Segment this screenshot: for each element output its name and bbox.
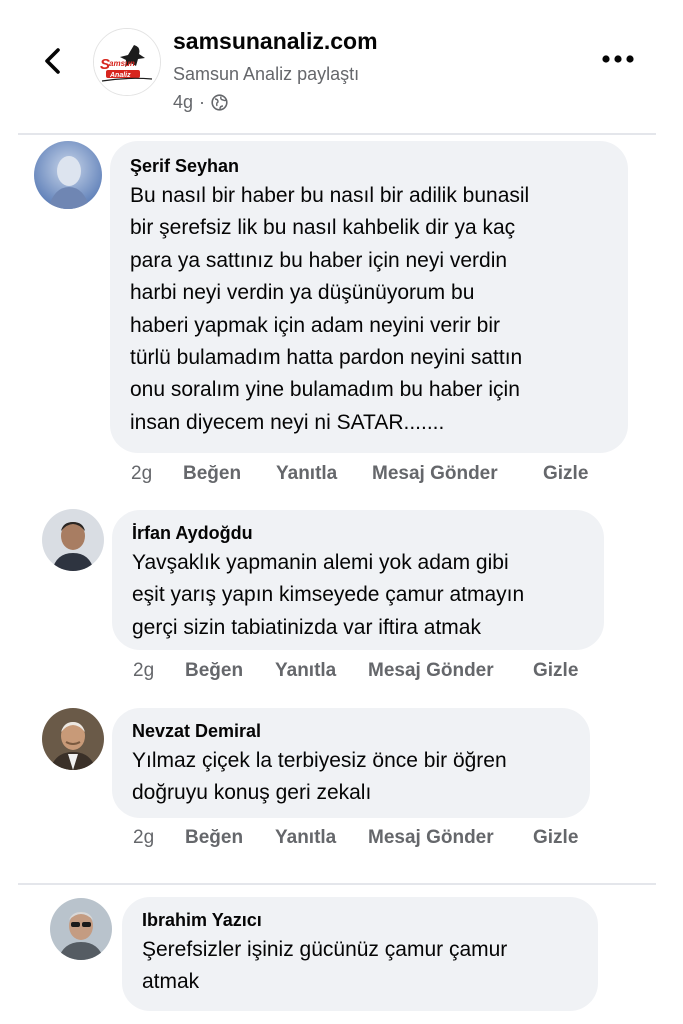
post-meta: 4g ·	[173, 92, 228, 113]
profile-photo-icon	[42, 509, 104, 571]
comment-time[interactable]: 2g	[133, 660, 185, 682]
comment-bubble: Şerif Seyhan Bu nasıl bir haber bu nasıl…	[110, 141, 628, 453]
comment-author[interactable]: Ibrahim Yazıcı	[142, 910, 262, 931]
post-time[interactable]: 4g	[173, 92, 193, 113]
comment-bubble: İrfan Aydoğdu Yavşaklık yapmanin alemi y…	[112, 510, 604, 650]
send-message-button[interactable]: Mesaj Gönder	[372, 463, 543, 485]
post-header: S amsun Analiz samsunanaliz.com Samsun A…	[0, 0, 683, 135]
comment-text: Yavşaklık yapmanin alemi yok adam gibi e…	[132, 551, 525, 639]
like-button[interactable]: Beğen	[185, 660, 275, 682]
meta-separator: ·	[199, 92, 206, 112]
globe-icon	[211, 94, 228, 111]
page-name[interactable]: samsunanaliz.com	[173, 28, 378, 55]
send-message-button[interactable]: Mesaj Gönder	[368, 827, 533, 849]
reply-button[interactable]: Yanıtla	[276, 463, 372, 485]
profile-photo-icon	[50, 898, 112, 960]
hide-button[interactable]: Gizle	[533, 827, 578, 849]
comment-actions: 2g Beğen Yanıtla Mesaj Gönder Gizle	[133, 827, 578, 849]
reply-button[interactable]: Yanıtla	[275, 660, 368, 682]
like-button[interactable]: Beğen	[183, 463, 276, 485]
avatar[interactable]	[50, 898, 112, 960]
samsun-analiz-logo-icon: S amsun Analiz	[94, 29, 160, 95]
comment-author[interactable]: İrfan Aydoğdu	[132, 523, 253, 544]
like-button[interactable]: Beğen	[185, 827, 275, 849]
avatar[interactable]	[42, 708, 104, 770]
header-divider	[18, 133, 656, 135]
comment-text: Yılmaz çiçek la terbiyesiz önce bir öğre…	[132, 749, 507, 805]
comment-time[interactable]: 2g	[131, 463, 183, 485]
hide-button[interactable]: Gizle	[543, 463, 588, 485]
comment-time[interactable]: 2g	[133, 827, 185, 849]
shared-by-text: Samsun Analiz paylaştı	[173, 64, 360, 84]
svg-text:amsun: amsun	[109, 59, 135, 68]
comment-text: Şerefsizler işiniz gücünüz çamur çamur a…	[142, 938, 508, 994]
more-options-icon[interactable]	[601, 52, 635, 66]
reply-button[interactable]: Yanıtla	[275, 827, 368, 849]
comment-actions: 2g Beğen Yanıtla Mesaj Gönder Gizle	[133, 660, 578, 682]
avatar[interactable]	[42, 509, 104, 571]
comment-bubble: Ibrahim Yazıcı Şerefsizler işiniz gücünü…	[122, 897, 598, 1011]
back-arrow-icon[interactable]	[38, 44, 68, 78]
avatar[interactable]	[34, 141, 102, 209]
comment-author[interactable]: Şerif Seyhan	[130, 156, 239, 177]
comment-actions: 2g Beğen Yanıtla Mesaj Gönder Gizle	[131, 463, 588, 485]
hide-button[interactable]: Gizle	[533, 660, 578, 682]
profile-photo-icon	[42, 708, 104, 770]
profile-photo-icon	[34, 141, 102, 209]
section-divider	[18, 883, 656, 885]
comment-author[interactable]: Nevzat Demiral	[132, 721, 261, 742]
send-message-button[interactable]: Mesaj Gönder	[368, 660, 533, 682]
comment-text: Bu nasıl bir haber bu nasıl bir adilik b…	[130, 184, 530, 434]
comment-bubble: Nevzat Demiral Yılmaz çiçek la terbiyesi…	[112, 708, 590, 818]
page-logo[interactable]: S amsun Analiz	[93, 28, 161, 96]
